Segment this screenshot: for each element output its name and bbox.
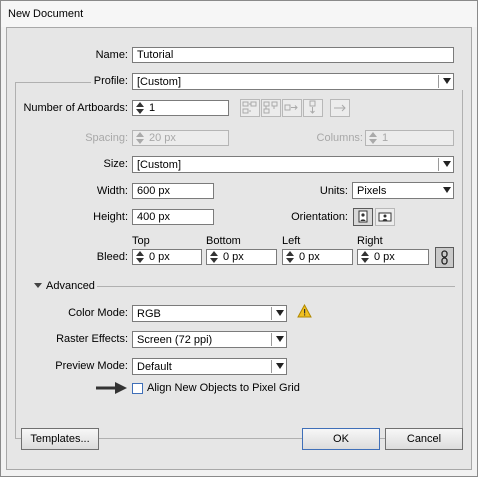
spinner-icon <box>135 131 146 145</box>
units-dropdown[interactable]: Pixels <box>352 182 454 199</box>
units-value: Pixels <box>357 185 387 197</box>
height-input[interactable]: 400 px <box>132 209 214 225</box>
chevron-down-icon <box>443 187 451 193</box>
name-label: Name: <box>95 49 128 61</box>
ok-button[interactable]: OK <box>302 428 380 450</box>
bleed-right-value: 0 px <box>374 251 395 263</box>
raster-effects-label: Raster Effects: <box>56 333 128 345</box>
dropdown-separator <box>438 75 439 88</box>
arrange-by-column-icon[interactable] <box>303 99 323 117</box>
name-input[interactable]: Tutorial <box>132 47 454 63</box>
size-dropdown[interactable]: [Custom] <box>132 156 454 173</box>
width-input[interactable]: 600 px <box>132 183 214 199</box>
raster-effects-value: Screen (72 ppi) <box>137 334 213 346</box>
bleed-top-input[interactable]: 0 px <box>132 249 202 265</box>
spinner-icon[interactable] <box>135 101 146 115</box>
new-document-dialog: New Document Name: Tutorial Profile: [Cu… <box>0 0 478 477</box>
profile-group-line-rside <box>462 90 463 438</box>
bleed-bottom-value: 0 px <box>223 251 244 263</box>
link-bleed-icon[interactable] <box>435 247 454 268</box>
dropdown-separator <box>271 360 272 373</box>
title-bar: New Document <box>1 1 477 27</box>
profile-dropdown[interactable]: [Custom] <box>132 73 454 90</box>
landscape-orientation-icon[interactable] <box>375 208 395 226</box>
spacing-input[interactable]: 20 px <box>132 130 229 146</box>
spinner-icon[interactable] <box>360 250 371 264</box>
chevron-down-icon <box>276 310 284 316</box>
cancel-button[interactable]: Cancel <box>385 428 463 450</box>
orientation-label: Orientation: <box>291 211 348 223</box>
color-mode-label: Color Mode: <box>68 307 128 319</box>
chevron-down-icon <box>443 78 451 84</box>
dropdown-separator <box>438 158 439 171</box>
raster-effects-dropdown[interactable]: Screen (72 ppi) <box>132 331 287 348</box>
dropdown-separator <box>271 333 272 346</box>
advanced-toggle[interactable]: Advanced <box>46 280 95 292</box>
bleed-left-input[interactable]: 0 px <box>282 249 353 265</box>
spacing-label: Spacing: <box>85 132 128 144</box>
spinner-icon[interactable] <box>209 250 220 264</box>
units-label: Units: <box>319 185 348 197</box>
chevron-down-icon <box>276 363 284 369</box>
spinner-icon[interactable] <box>135 250 146 264</box>
align-pixel-grid-label: Align New Objects to Pixel Grid <box>147 382 300 394</box>
grid-by-row-icon[interactable] <box>240 99 260 117</box>
grid-by-column-icon[interactable] <box>261 99 281 117</box>
color-mode-dropdown[interactable]: RGB <box>132 305 287 322</box>
artboards-value: 1 <box>149 102 156 114</box>
bleed-bottom-input[interactable]: 0 px <box>206 249 277 265</box>
artboards-input[interactable]: 1 <box>132 100 229 116</box>
preview-mode-dropdown[interactable]: Default <box>132 358 287 375</box>
disclosure-triangle-icon[interactable] <box>34 283 42 288</box>
bleed-right-label: Right <box>357 235 383 247</box>
spacing-value: 20 px <box>149 132 176 144</box>
arrange-by-row-icon[interactable] <box>282 99 302 117</box>
bleed-label: Bleed: <box>96 251 128 263</box>
bleed-right-input[interactable]: 0 px <box>357 249 429 265</box>
dropdown-separator <box>271 307 272 320</box>
bleed-top-label: Top <box>132 235 150 247</box>
arrow-right-icon <box>95 381 129 398</box>
artboards-label: Number of Artboards: <box>23 102 128 114</box>
columns-input[interactable]: 1 <box>365 130 454 146</box>
width-label: Width: <box>96 185 128 197</box>
align-pixel-grid-checkbox[interactable] <box>132 383 143 394</box>
bleed-top-value: 0 px <box>149 251 170 263</box>
preview-mode-label: Preview Mode: <box>55 360 128 372</box>
preview-mode-value: Default <box>137 361 172 373</box>
chevron-down-icon <box>276 336 284 342</box>
chevron-down-icon <box>443 161 451 167</box>
spinner-icon <box>368 131 379 145</box>
spinner-icon[interactable] <box>285 250 296 264</box>
window-title: New Document <box>8 8 84 20</box>
size-label: Size: <box>103 158 128 170</box>
bleed-bottom-label: Bottom <box>206 235 241 247</box>
bleed-left-value: 0 px <box>299 251 320 263</box>
portrait-orientation-icon[interactable] <box>353 208 373 226</box>
color-mode-value: RGB <box>137 308 161 320</box>
bleed-left-label: Left <box>282 235 301 247</box>
warning-icon <box>297 303 312 321</box>
columns-label: Columns: <box>316 132 363 144</box>
columns-value: 1 <box>382 132 389 144</box>
height-label: Height: <box>93 211 128 223</box>
advanced-divider <box>97 286 455 287</box>
templates-button[interactable]: Templates... <box>21 428 99 450</box>
dialog-content: Name: Tutorial Profile: [Custom] Number … <box>6 27 472 470</box>
layout-direction-icon[interactable] <box>330 99 350 117</box>
profile-label: Profile: <box>93 75 128 87</box>
size-value: [Custom] <box>137 159 182 171</box>
profile-value: [Custom] <box>137 76 182 88</box>
